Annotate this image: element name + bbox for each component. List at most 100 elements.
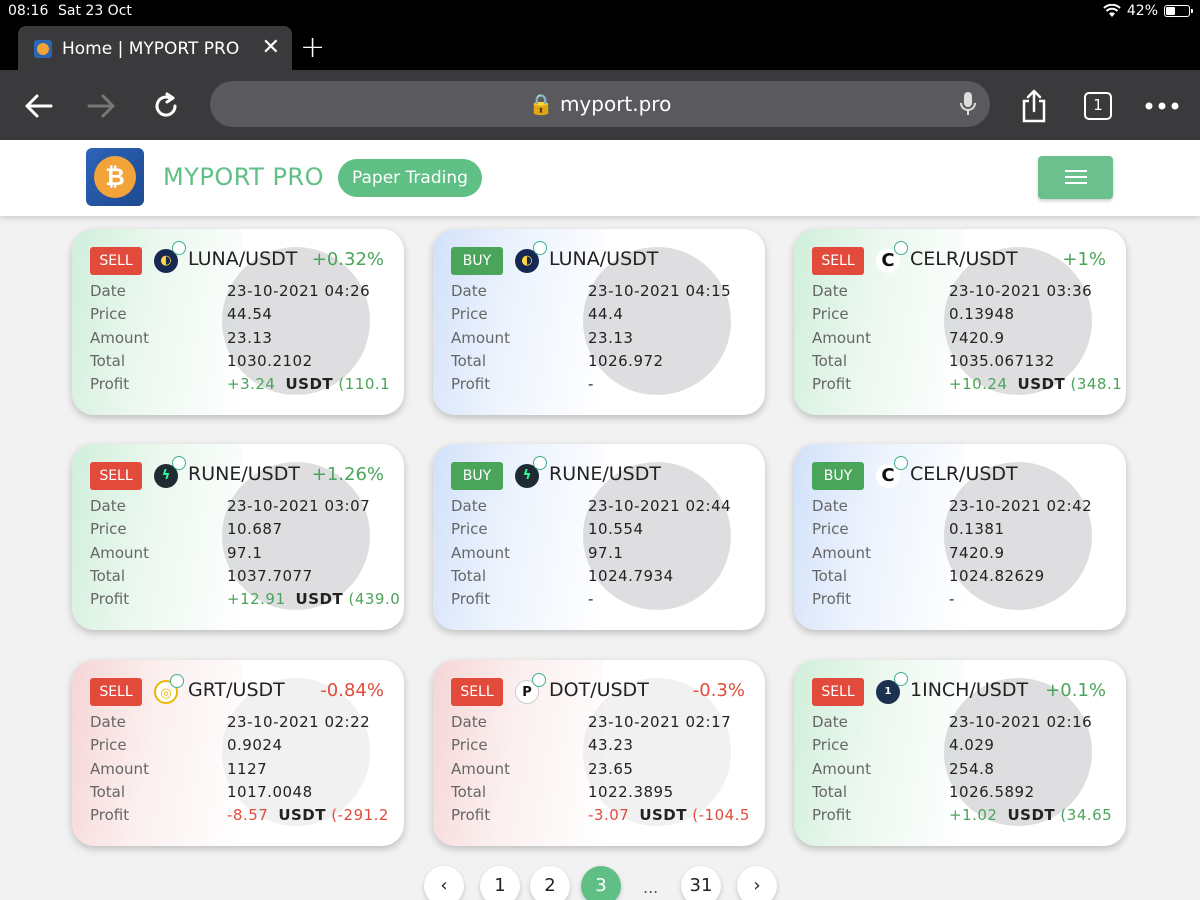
page-3[interactable]: 3 [581,866,621,900]
profit-row: Profit - [451,590,594,608]
trade-date: 23-10-2021 03:07 [227,497,371,515]
brand-name[interactable]: MYPORT PRO [163,163,324,191]
trade-card[interactable]: SELL ϟ RUNE/USDT +1.26% Date 23-10-2021 0… [72,444,404,630]
trade-pair: RUNE/USDT [188,463,300,485]
trade-price: 0.1381 [949,520,1005,538]
new-tab-icon[interactable]: + [300,30,325,65]
profit-row: Profit +1.02 USDT (34.65 [812,806,1113,824]
trade-profit: - [588,590,594,608]
profit-unit: USDT [278,806,326,824]
trade-card[interactable]: SELL ◎ GRT/USDT -0.84% Date 23-10-2021 02… [72,660,404,846]
trade-card[interactable]: BUY C CELR/USDT Date 23-10-2021 02:42 Pri… [794,444,1126,630]
trade-side-badge: SELL [90,247,142,275]
page-31[interactable]: 31 [681,866,721,900]
battery-icon [1164,5,1193,17]
date-row: Date 23-10-2021 02:44 [451,497,732,515]
trade-total: 1024.82629 [949,567,1045,585]
pagination-ellipsis: ... [643,878,659,897]
close-tab-icon[interactable]: ✕ [262,35,280,60]
share-icon[interactable] [1012,84,1056,128]
trade-pair: LUNA/USDT [188,248,298,270]
page-1[interactable]: 1 [480,866,520,900]
date-row: Date 23-10-2021 03:36 [812,282,1093,300]
trade-date: 23-10-2021 02:17 [588,713,732,731]
browser-tab[interactable]: Home | MYPORT PRO ✕ [18,26,292,70]
trade-profit: +10.24 [949,375,1008,393]
profit-usdt: (110.1 [338,375,391,393]
trade-card[interactable]: BUY ◐ LUNA/USDT Date 23-10-2021 04:15 Pri… [433,229,765,415]
date-row: Date 23-10-2021 02:17 [451,713,732,731]
trade-date: 23-10-2021 02:42 [949,497,1093,515]
profit-row: Profit - [451,375,594,393]
trade-date: 23-10-2021 04:26 [227,282,371,300]
trade-date: 23-10-2021 04:15 [588,282,732,300]
battery-percent: 42% [1126,3,1158,19]
rune-icon: ϟ [515,456,547,488]
trade-total: 1022.3895 [588,783,674,801]
tether-icon [533,241,547,255]
profit-usdt: (34.65 [1060,806,1113,824]
status-bar: 08:16 Sat 23 Oct 42% [0,0,1200,24]
reload-icon[interactable] [144,84,188,128]
trade-card[interactable]: SELL P DOT/USDT -0.3% Date 23-10-2021 02:… [433,660,765,846]
trade-card[interactable]: BUY ϟ RUNE/USDT Date 23-10-2021 02:44 Pri… [433,444,765,630]
menu-button[interactable] [1038,156,1113,199]
trade-pair: CELR/USDT [910,463,1018,485]
trade-total: 1030.2102 [227,352,313,370]
trade-total: 1024.7934 [588,567,674,585]
trade-total: 1035.067132 [949,352,1055,370]
trade-price: 44.4 [588,305,624,323]
price-row: Price 44.54 [90,305,273,323]
total-row: Total 1035.067132 [812,352,1055,370]
trade-card[interactable]: SELL ◐ LUNA/USDT +0.32% Date 23-10-2021 0… [72,229,404,415]
prev-page-icon[interactable]: ‹ [424,866,464,900]
forward-icon[interactable] [80,84,124,128]
bitcoin-logo-icon[interactable]: ₿ [86,148,144,206]
microphone-icon[interactable] [960,91,976,121]
trade-amount: 254.8 [949,760,995,778]
profit-unit: USDT [1017,375,1066,393]
trade-total: 1026.972 [588,352,664,370]
profit-row: Profit - [812,590,955,608]
tab-count-button[interactable]: 1 [1076,84,1120,128]
trade-profit: -8.57 [227,806,269,824]
trade-pair: DOT/USDT [549,679,649,701]
date-row: Date 23-10-2021 04:15 [451,282,732,300]
trade-pair: RUNE/USDT [549,463,661,485]
trade-amount: 7420.9 [949,544,1005,562]
address-bar[interactable]: 🔒 myport.pro [210,81,990,127]
amount-row: Amount 7420.9 [812,544,1005,562]
profit-usdt: (439.0 [348,590,401,608]
trade-amount: 1127 [227,760,268,778]
trade-amount: 7420.9 [949,329,1005,347]
tether-icon [894,241,908,255]
tab-strip: Home | MYPORT PRO ✕ + [0,24,1200,70]
trade-price: 0.13948 [949,305,1015,323]
next-page-icon[interactable]: › [737,866,777,900]
back-icon[interactable] [16,84,60,128]
trade-card[interactable]: SELL C CELR/USDT +1% Date 23-10-2021 03:3… [794,229,1126,415]
price-row: Price 0.1381 [812,520,1005,538]
tether-icon [172,456,186,470]
trade-amount: 97.1 [588,544,624,562]
profit-usdt: (-291.2 [331,806,389,824]
luna-icon: ◐ [154,241,186,273]
page-2[interactable]: 2 [530,866,570,900]
amount-row: Amount 254.8 [812,760,995,778]
trade-change: +0.32% [311,249,384,270]
total-row: Total 1026.972 [451,352,664,370]
date-row: Date 23-10-2021 02:16 [812,713,1093,731]
date-row: Date 23-10-2021 03:07 [90,497,371,515]
trade-price: 0.9024 [227,736,283,754]
profit-unit: USDT [639,806,687,824]
profit-unit: USDT [285,375,334,393]
profit-row: Profit -3.07 USDT (-104.5 [451,806,750,824]
luna-icon: ◐ [515,241,547,273]
trade-card[interactable]: SELL 1 1INCH/USDT +0.1% Date 23-10-2021 0… [794,660,1126,846]
paper-trading-badge[interactable]: Paper Trading [338,159,482,197]
more-icon[interactable] [1140,84,1184,128]
trade-profit: +3.24 [227,375,276,393]
trade-side-badge: SELL [90,462,142,490]
price-row: Price 4.029 [812,736,995,754]
amount-row: Amount 97.1 [90,544,263,562]
